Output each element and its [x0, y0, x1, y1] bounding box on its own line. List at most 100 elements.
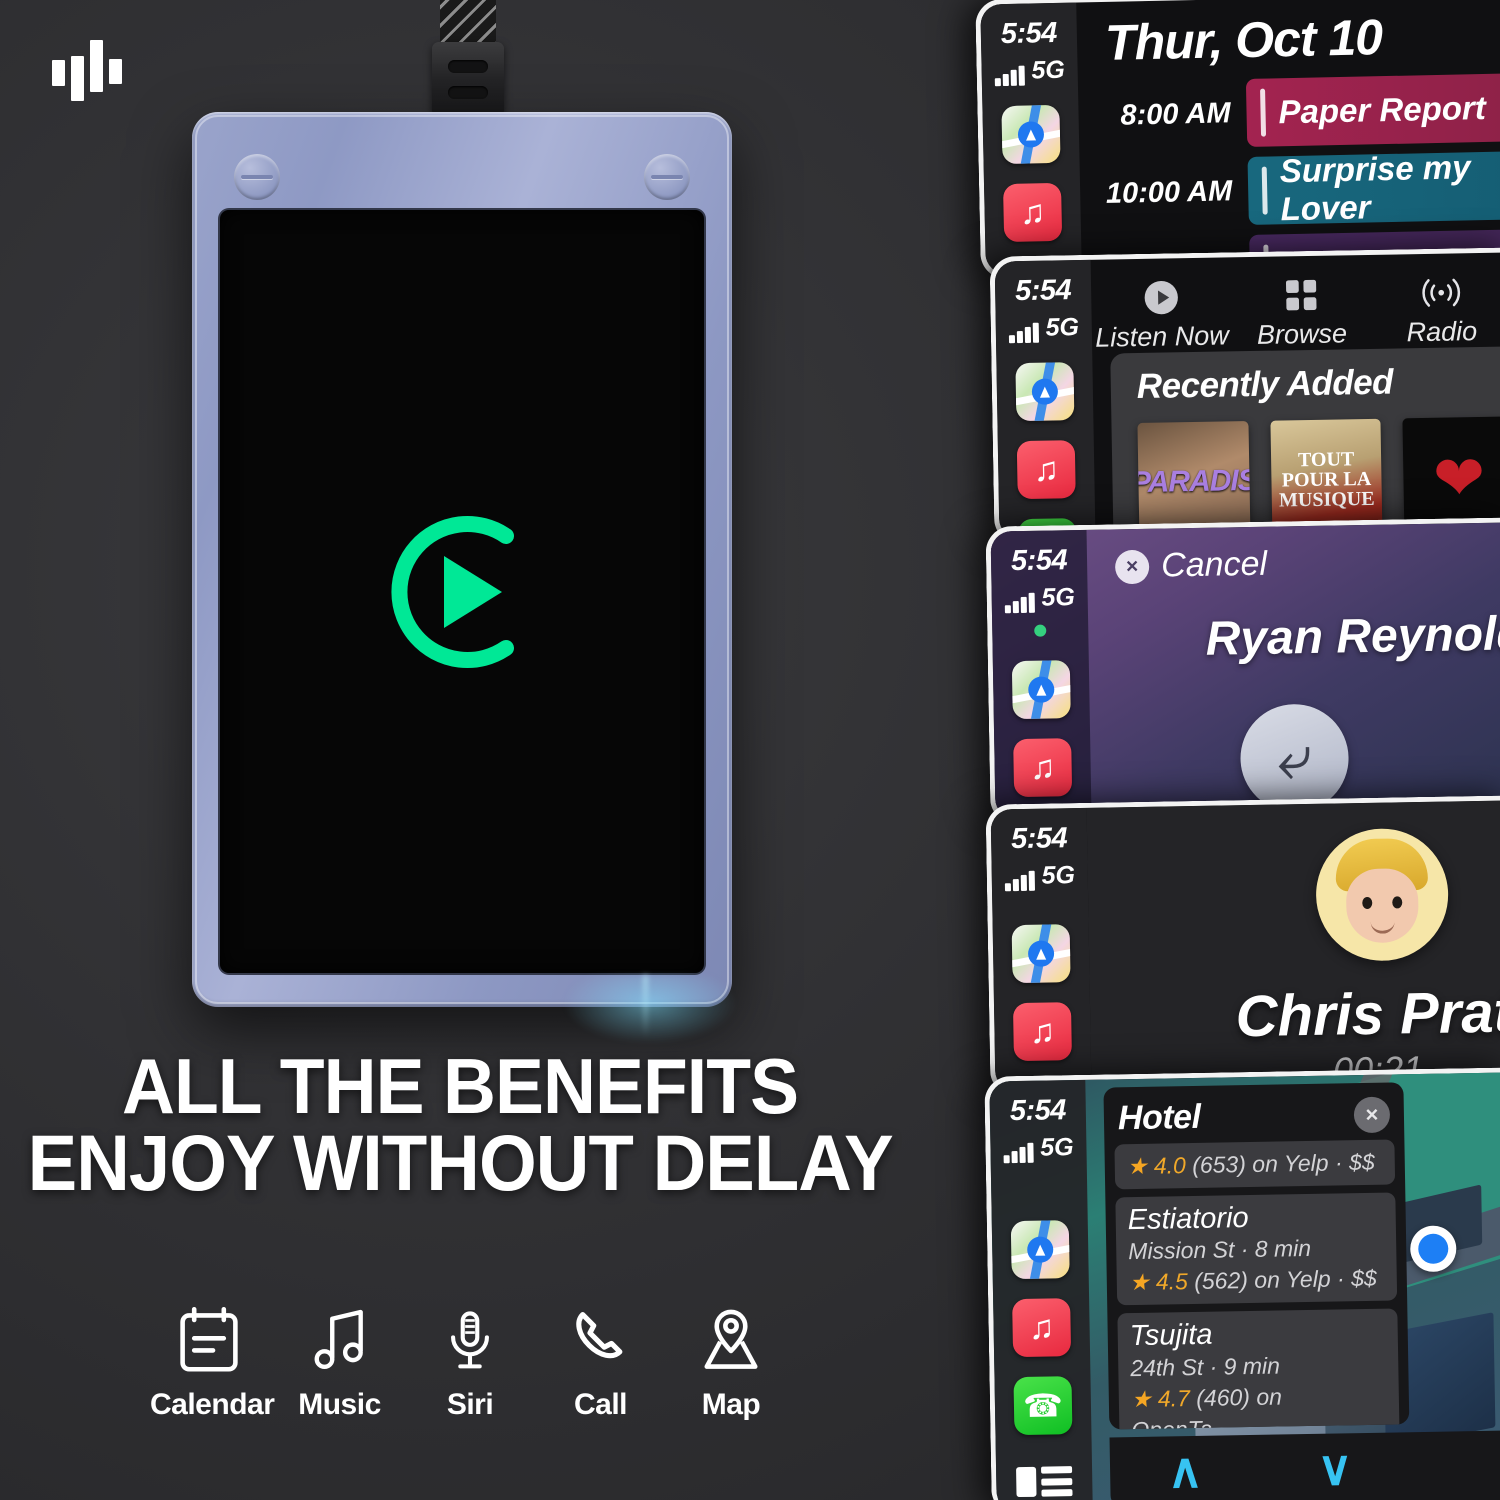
music-body: Listen Now Browse Radio Recently Added P…	[1091, 252, 1500, 543]
feature-map[interactable]: Map	[672, 1300, 790, 1422]
call-contact-name: Chris Pratt	[1235, 979, 1500, 1050]
calendar-event-row[interactable]: 10:00 AM Surprise my Lover	[1080, 148, 1500, 228]
poi-price: $$	[1350, 1265, 1377, 1292]
poi-reviews: (653)	[1191, 1151, 1247, 1178]
headline-line-2: ENJOY WITHOUT DELAY	[27, 1118, 894, 1208]
carplay-screen-maps: 5:54 5G ♫ ☎ Hotel × ★ 4.0 (653) on Yelp …	[984, 1067, 1500, 1500]
signal-indicator: 5G	[1008, 313, 1080, 344]
tab-listen-now[interactable]: Listen Now	[1091, 276, 1232, 353]
tab-label: Radio	[1406, 316, 1478, 348]
dashboard-list-icon[interactable]	[1016, 1466, 1073, 1498]
carplay-screen-siri: 5:54 5G ♫ × Cancel Ryan Reynolds ⤶	[985, 517, 1500, 825]
device-glow	[560, 975, 740, 1045]
maps-app-icon[interactable]	[1001, 104, 1061, 165]
device-screen	[220, 210, 704, 973]
calendar-body: Thur, Oct 10 8:00 AM Paper Report 10:00 …	[1076, 0, 1500, 280]
carplay-adapter-device	[192, 112, 732, 1007]
poi-rating: 4.7	[1157, 1384, 1191, 1412]
feature-icon-row: Calendar Music Siri Call Map	[150, 1300, 790, 1422]
signal-indicator: 5G	[994, 55, 1066, 87]
carplay-screen-calendar: 5:54 5G ♫ WED 7 Thur, Oct 10 8:00 AM Pap…	[975, 0, 1500, 280]
tab-label: Browse	[1256, 318, 1348, 350]
status-time: 5:54	[1009, 1094, 1067, 1128]
recently-added-panel: Recently Added PARADIS TOUT POUR LA MUSI…	[1110, 346, 1500, 543]
reply-arrow-icon[interactable]: ⤶	[1239, 703, 1350, 814]
carplay-sidebar: 5:54 5G ♫ WED 7	[980, 2, 1082, 280]
event-title: Paper Report	[1278, 88, 1487, 131]
section-title: Recently Added	[1136, 362, 1394, 407]
headline-line-1: ALL THE BENEFITS	[121, 1042, 799, 1130]
list-item[interactable]: Tsujita 24th St · 9 min ★ 4.7 (460) on O…	[1117, 1308, 1400, 1430]
signal-indicator: 5G	[1004, 861, 1076, 892]
poi-name: Estiatorio	[1127, 1202, 1249, 1237]
scroll-down-button[interactable]: ∨	[1260, 1432, 1411, 1500]
siri-body: × Cancel Ryan Reynolds ⤶	[1087, 522, 1500, 825]
feature-calendar[interactable]: Calendar	[150, 1300, 275, 1422]
poi-rating: 4.0	[1153, 1152, 1187, 1179]
phone-handset-icon	[542, 1300, 660, 1382]
network-label: 5G	[1041, 583, 1076, 612]
maps-app-icon[interactable]	[1010, 1220, 1070, 1280]
network-label: 5G	[1045, 313, 1080, 342]
list-item[interactable]: Estiatorio Mission St · 8 min ★ 4.5 (562…	[1115, 1192, 1398, 1306]
poi-source: on Yelp	[1254, 1265, 1331, 1294]
music-app-icon[interactable]: ♫	[1012, 1298, 1072, 1358]
feature-siri[interactable]: Siri	[411, 1300, 529, 1422]
close-icon[interactable]: ×	[1353, 1096, 1391, 1133]
feature-call[interactable]: Call	[542, 1300, 660, 1422]
music-app-icon[interactable]: ♫	[1013, 738, 1073, 798]
recording-indicator	[1034, 624, 1047, 637]
list-item[interactable]: ★ 4.0 (653) on Yelp · $$	[1114, 1139, 1396, 1190]
poi-name: Tsujita	[1129, 1319, 1213, 1353]
play-circle-icon	[1091, 276, 1232, 318]
music-app-icon[interactable]: ♫	[1016, 440, 1076, 500]
poi-rating: 4.5	[1155, 1268, 1189, 1295]
network-label: 5G	[1031, 55, 1066, 85]
feature-music[interactable]: Music	[281, 1300, 399, 1422]
status-time: 5:54	[1014, 274, 1072, 308]
carplay-screen-music: 5:54 5G ♫ ☎ Listen Now	[989, 247, 1500, 545]
screw-left	[234, 154, 280, 200]
search-results-card: Hotel × ★ 4.0 (653) on Yelp · $$ Estiato…	[1103, 1082, 1410, 1430]
event-time: 8:00 AM	[1120, 96, 1231, 132]
maps-app-icon[interactable]	[1015, 362, 1075, 422]
music-app-icon[interactable]: ♫	[1012, 1002, 1072, 1062]
feature-label: Call	[573, 1388, 628, 1421]
product-marketing-image: ALL THE BENEFITS ENJOY WITHOUT DELAY Cal…	[0, 0, 1500, 1500]
microphone-icon	[411, 1300, 529, 1382]
event-title: Surprise my Lover	[1279, 148, 1471, 228]
network-label: 5G	[1040, 1133, 1074, 1162]
network-label: 5G	[1041, 861, 1076, 890]
maps-app-icon[interactable]	[1011, 924, 1071, 984]
signal-indicator: 5G	[1003, 1133, 1074, 1164]
usb-connector	[432, 42, 504, 114]
status-time: 5:54	[1010, 544, 1068, 578]
scroll-up-button[interactable]: ∧	[1110, 1435, 1261, 1500]
cancel-label: Cancel	[1160, 544, 1268, 585]
tab-label: Listen Now	[1094, 320, 1229, 353]
equalizer-bars-logo	[52, 40, 124, 104]
siri-contact-name: Ryan Reynolds	[1205, 606, 1500, 666]
calendar-date-title: Thur, Oct 10	[1104, 9, 1383, 71]
poi-source: on Yelp	[1252, 1149, 1329, 1177]
carplay-sidebar: 5:54 5G ♫ ☎	[989, 1079, 1093, 1500]
calendar-event-row[interactable]: 8:00 AM Paper Report	[1078, 73, 1500, 150]
music-tab-bar: Listen Now Browse Radio	[1091, 252, 1500, 353]
close-icon: ×	[1114, 549, 1150, 584]
poi-address: Mission St · 8 min	[1128, 1235, 1312, 1265]
music-app-icon[interactable]: ♫	[1002, 182, 1063, 243]
cancel-button[interactable]: × Cancel	[1114, 544, 1268, 587]
tab-browse[interactable]: Browse	[1231, 274, 1372, 351]
carplay-sidebar: 5:54 5G ♫ ☎	[994, 259, 1096, 545]
maps-app-icon[interactable]	[1011, 660, 1071, 720]
signal-indicator: 5G	[1004, 583, 1076, 614]
phone-app-icon[interactable]: ☎	[1013, 1376, 1073, 1436]
page-title: ALL THE BENEFITS ENJOY WITHOUT DELAY	[27, 1042, 894, 1208]
feature-label: Music	[298, 1388, 381, 1421]
poi-reviews: (460)	[1196, 1383, 1251, 1411]
avatar	[1314, 827, 1450, 962]
tab-radio[interactable]: Radio	[1371, 271, 1500, 348]
poi-reviews: (562)	[1193, 1267, 1249, 1295]
carplay-screen-call: 5:54 5G ♫ ☎ Chris Pratt 00:21	[985, 795, 1500, 1097]
album-title: PARADIS	[1137, 463, 1251, 500]
